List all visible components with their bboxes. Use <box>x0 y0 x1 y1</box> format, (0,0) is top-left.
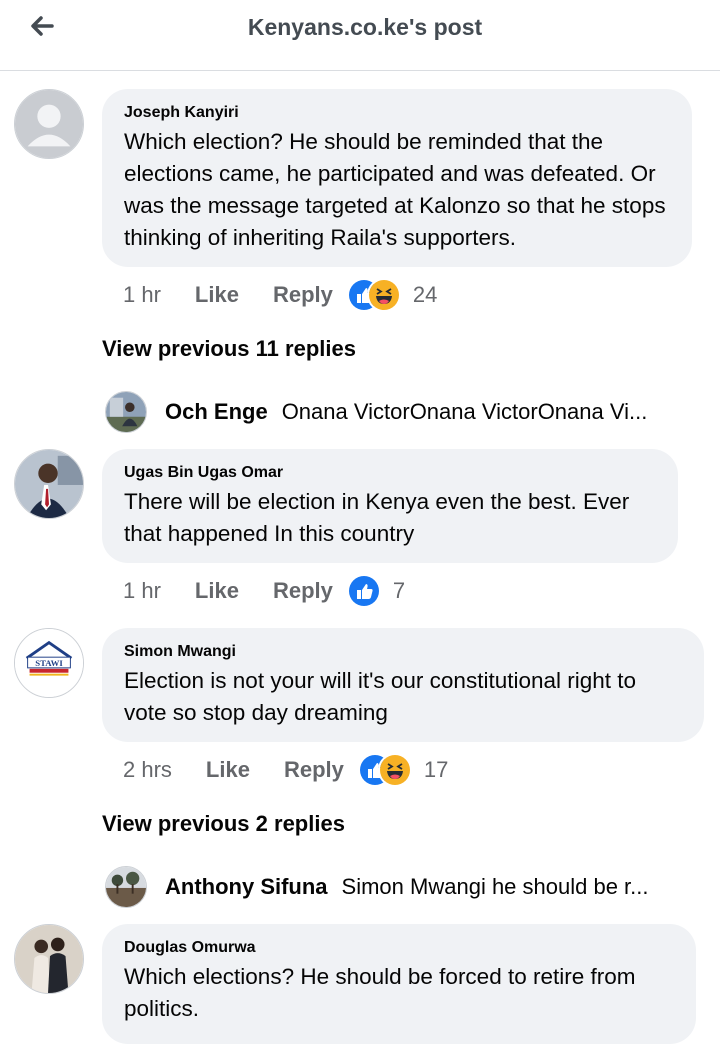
comment-author[interactable]: Simon Mwangi <box>124 642 682 662</box>
reply-text: Onana VictorOnana VictorOnana Vi... <box>281 399 648 424</box>
comment-text: There will be election in Kenya even the… <box>124 489 630 546</box>
comment-text: Which election? He should be reminded th… <box>124 129 666 250</box>
reply-button[interactable]: Reply <box>284 757 344 783</box>
comment-time[interactable]: 1 hr <box>123 578 161 604</box>
avatar[interactable] <box>14 924 84 994</box>
avatar[interactable]: STAWI <box>14 628 84 698</box>
reply-button[interactable]: Reply <box>273 578 333 604</box>
comment-author[interactable]: Joseph Kanyiri <box>124 103 670 123</box>
comment-time[interactable]: 2 hrs <box>123 757 172 783</box>
like-button[interactable]: Like <box>195 282 239 308</box>
comment-bubble[interactable]: Ugas Bin Ugas Omar There will be electio… <box>102 449 678 563</box>
like-button[interactable]: Like <box>195 578 239 604</box>
comment-bubble[interactable]: Joseph Kanyiri Which election? He should… <box>102 89 692 267</box>
comment-actions: 1 hr Like Reply 24 <box>123 278 437 312</box>
comment-author[interactable]: Ugas Bin Ugas Omar <box>124 463 656 483</box>
reply-button[interactable]: Reply <box>273 282 333 308</box>
reaction-count[interactable]: 24 <box>413 282 437 308</box>
profile-photo-icon <box>15 925 83 993</box>
reply-preview[interactable]: Och Enge Onana VictorOnana VictorOnana V… <box>105 390 647 434</box>
reply-author[interactable]: Och Enge <box>165 399 268 425</box>
reply-text: Simon Mwangi he should be r... <box>341 874 649 899</box>
like-reaction-icon <box>346 574 381 608</box>
reaction-count[interactable]: 7 <box>393 578 405 604</box>
avatar[interactable] <box>105 866 147 908</box>
comment-actions: 1 hr Like Reply 7 <box>123 574 405 608</box>
stawi-logo-icon: STAWI <box>15 629 83 697</box>
comment-text: Which elections? He should be forced to … <box>124 964 636 1021</box>
profile-photo-icon <box>15 450 83 518</box>
logo-text: STAWI <box>35 658 63 668</box>
view-previous-replies[interactable]: View previous 2 replies <box>102 811 345 837</box>
reply-author[interactable]: Anthony Sifuna <box>165 874 328 900</box>
reply-preview[interactable]: Anthony Sifuna Simon Mwangi he should be… <box>105 865 649 909</box>
comment-actions: 2 hrs Like Reply 17 <box>123 753 448 787</box>
page-title: Kenyans.co.ke's post <box>247 14 483 40</box>
reaction-count[interactable]: 17 <box>424 757 448 783</box>
comment-bubble[interactable]: Simon Mwangi Election is not your will i… <box>102 628 704 742</box>
default-user-icon <box>15 90 83 158</box>
comment-bubble[interactable]: Douglas Omurwa Which elections? He shoul… <box>102 924 696 1044</box>
profile-photo-icon <box>106 392 146 432</box>
comment-time[interactable]: 1 hr <box>123 282 161 308</box>
haha-reaction-icon <box>366 278 401 312</box>
avatar[interactable] <box>14 449 84 519</box>
reaction-summary[interactable] <box>346 278 401 312</box>
avatar-default[interactable] <box>14 89 84 159</box>
reaction-summary[interactable] <box>346 574 381 608</box>
app-header: Kenyans.co.ke's post <box>0 0 720 71</box>
reaction-summary[interactable] <box>357 753 412 787</box>
haha-reaction-icon <box>377 753 412 787</box>
avatar[interactable] <box>105 391 147 433</box>
like-button[interactable]: Like <box>206 757 250 783</box>
comment-author[interactable]: Douglas Omurwa <box>124 938 674 958</box>
profile-photo-icon <box>106 867 146 907</box>
comment-text: Election is not your will it's our const… <box>124 668 637 725</box>
view-previous-replies[interactable]: View previous 11 replies <box>102 336 356 362</box>
